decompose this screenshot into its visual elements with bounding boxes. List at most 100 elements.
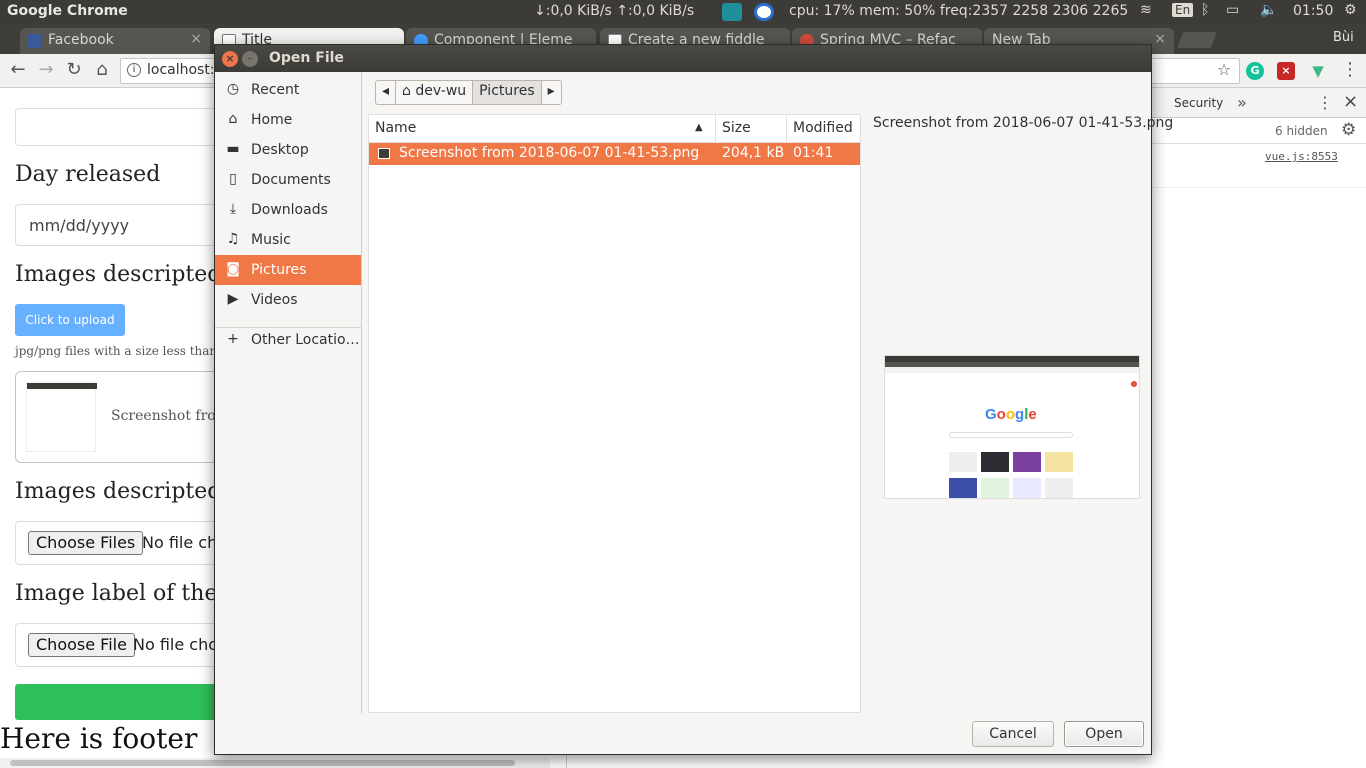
extension-close-icon[interactable]: ×: [1277, 62, 1295, 80]
column-size[interactable]: Size: [716, 115, 787, 143]
teamviewer-icon[interactable]: [754, 3, 774, 21]
close-tab-icon[interactable]: ×: [1154, 31, 1166, 47]
column-name-label: Name: [375, 120, 417, 136]
devtools-close-icon[interactable]: ×: [1343, 91, 1358, 112]
profile-name[interactable]: Bùi: [1333, 30, 1354, 45]
wifi-icon[interactable]: ≋: [1140, 2, 1152, 18]
battery-icon[interactable]: ▭: [1226, 2, 1239, 18]
images-descripted-label: Images descripted: [15, 262, 222, 287]
sidebar-item-label: Music: [251, 232, 291, 248]
thumbnail-topbar: [27, 383, 97, 389]
sidebar-item-label: Pictures: [251, 262, 307, 278]
preview-tile: [1045, 452, 1073, 472]
devtools-menu-icon[interactable]: ⋮: [1317, 93, 1333, 112]
bluetooth-icon[interactable]: ᛒ: [1201, 2, 1209, 18]
forward-arrow-icon[interactable]: →: [35, 60, 57, 82]
power-gear-icon[interactable]: ⚙: [1344, 2, 1357, 18]
file-name: Screenshot from 2018-06-07 01-41-53.png: [399, 145, 700, 161]
sidebar-item-label: Downloads: [251, 202, 328, 218]
folder-icon: ▬: [226, 141, 240, 157]
cancel-button[interactable]: Cancel: [972, 721, 1054, 747]
sidebar-item-label: Recent: [251, 82, 300, 98]
column-modified[interactable]: Modified: [787, 115, 861, 143]
vue-devtools-icon[interactable]: ▼: [1309, 62, 1327, 80]
preview-tile: [981, 452, 1009, 472]
open-button[interactable]: Open: [1064, 721, 1144, 747]
sidebar-item-label: Home: [251, 112, 293, 128]
sidebar-item-home[interactable]: ⌂ Home: [215, 105, 361, 135]
volume-icon[interactable]: 🔈: [1260, 2, 1277, 18]
system-top-panel: Google Chrome ↓:0,0 KiB/s ↑:0,0 KiB/s cp…: [0, 0, 1366, 24]
choose-file-button[interactable]: Choose File: [28, 633, 135, 657]
sidebar-item-desktop[interactable]: ▬ Desktop: [215, 135, 361, 165]
home-icon: ⌂: [228, 111, 238, 127]
click-to-upload-button[interactable]: Click to upload: [15, 304, 125, 336]
preview-tile: [1013, 478, 1041, 498]
sidebar-item-videos[interactable]: ▶ Videos: [215, 285, 361, 315]
system-stats: cpu: 17% mem: 50% freq:2357 2258 2306 22…: [789, 3, 1129, 19]
console-settings-gear-icon[interactable]: ⚙: [1341, 120, 1356, 140]
dialog-close-icon[interactable]: ×: [222, 51, 238, 67]
info-icon[interactable]: i: [127, 63, 141, 77]
more-tabs-icon[interactable]: »: [1237, 93, 1247, 112]
preview-google-logo: Google: [985, 406, 1037, 423]
page-footer: Here is footer: [0, 722, 198, 755]
sidebar-item-label: Other Locatio…: [251, 332, 360, 348]
file-modified: 01:41: [793, 145, 834, 161]
tab-security[interactable]: Security: [1174, 96, 1223, 110]
open-file-dialog: × – Open File ◷ Recent ⌂ Home ▬ Desktop …: [214, 44, 1173, 755]
path-bar: ◂ ⌂ dev-wu Pictures ▸: [375, 80, 562, 105]
back-arrow-icon[interactable]: ←: [7, 60, 29, 82]
sidebar-item-downloads[interactable]: ⤓ Downloads: [215, 195, 361, 225]
facebook-icon: [28, 34, 42, 48]
sidebar-item-documents[interactable]: ▯ Documents: [215, 165, 361, 195]
horizontal-scrollbar[interactable]: [0, 758, 550, 768]
tab-facebook[interactable]: Facebook ×: [20, 28, 210, 54]
sidebar-item-label: Documents: [251, 172, 331, 188]
preview-tile: [1013, 452, 1041, 472]
network-speed: ↓:0,0 KiB/s ↑:0,0 KiB/s: [534, 3, 695, 19]
file-row[interactable]: Screenshot from 2018-06-07 01-41-53.png …: [369, 143, 860, 165]
sort-ascending-icon: ▲: [695, 122, 703, 133]
path-scroll-left-button[interactable]: ◂: [376, 81, 397, 104]
sidebar-item-recent[interactable]: ◷ Recent: [215, 75, 361, 105]
reload-icon[interactable]: ↻: [63, 60, 85, 82]
camera-icon: ◙: [226, 261, 240, 277]
sidebar-item-pictures[interactable]: ◙ Pictures: [215, 255, 361, 285]
preview-tile: [949, 478, 977, 498]
waves-icon[interactable]: [722, 3, 742, 21]
new-tab-button[interactable]: [1177, 32, 1217, 48]
image-file-icon: [378, 148, 390, 159]
path-scroll-right-button[interactable]: ▸: [542, 81, 561, 104]
path-segment-home[interactable]: ⌂ dev-wu: [396, 81, 474, 104]
download-icon: ⤓: [229, 201, 237, 217]
console-source-link[interactable]: vue.js:8553: [1265, 150, 1338, 163]
choose-files-button[interactable]: Choose Files: [28, 531, 144, 555]
preview-search-box: [949, 432, 1073, 438]
clock[interactable]: 01:50: [1293, 3, 1333, 19]
chrome-menu-icon[interactable]: ⋮: [1339, 60, 1361, 82]
sidebar-item-music[interactable]: ♫ Music: [215, 225, 361, 255]
document-icon: ▯: [229, 171, 237, 187]
close-tab-icon[interactable]: ×: [190, 31, 202, 47]
keyboard-layout-indicator[interactable]: En: [1172, 3, 1194, 17]
hidden-messages-count[interactable]: 6 hidden: [1275, 124, 1328, 138]
scrollbar-thumb[interactable]: [10, 760, 515, 766]
dialog-titlebar[interactable]: × – Open File: [215, 45, 1151, 72]
column-name[interactable]: Name ▲: [369, 115, 716, 143]
video-icon: ▶: [227, 291, 239, 307]
file-size: 204,1 kB: [722, 145, 785, 161]
clock-icon: ◷: [226, 81, 240, 97]
images-descripted-label-2: Images descripted: [15, 479, 222, 504]
preview-tile: [949, 452, 977, 472]
sidebar-item-other-locations[interactable]: + Other Locatio…: [215, 325, 361, 355]
home-icon[interactable]: ⌂: [91, 60, 113, 82]
grammarly-icon[interactable]: G: [1246, 62, 1264, 80]
file-list-header: Name ▲ Size Modified: [369, 115, 860, 143]
dialog-minimize-icon[interactable]: –: [242, 51, 258, 67]
bookmark-star-icon[interactable]: ☆: [1213, 60, 1235, 82]
image-preview: Google: [884, 355, 1140, 499]
path-segment-current[interactable]: Pictures: [473, 81, 542, 104]
preview-avatar-dot: [1131, 381, 1137, 387]
preview-tile: [1045, 478, 1073, 498]
